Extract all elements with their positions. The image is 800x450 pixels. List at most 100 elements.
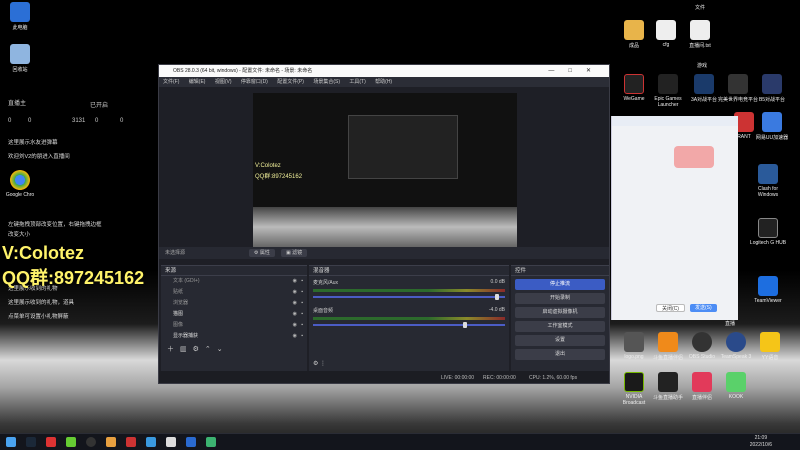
controls-panel[interactable]: 控件 停止推流 开始录制 启动虚拟摄像机 工作室模式 设置 退出 bbox=[511, 265, 609, 371]
lock-icon[interactable]: ▪ bbox=[301, 331, 303, 342]
obs-taskbar-icon[interactable] bbox=[86, 437, 96, 447]
start-recording-button[interactable]: 开始录制 bbox=[515, 293, 605, 304]
desktop-icon-yy[interactable]: YY语音 bbox=[750, 332, 790, 361]
obs-preview[interactable]: V:Colotez QQ群:897245162 bbox=[253, 93, 517, 247]
slider-knob[interactable] bbox=[462, 322, 467, 328]
menu-profile[interactable]: 配置文件(P) bbox=[277, 79, 304, 85]
qq-icon[interactable] bbox=[146, 437, 156, 447]
taskbar-clock[interactable]: 21:09 2022/10/6 bbox=[750, 435, 772, 449]
stop-streaming-button[interactable]: 停止推流 bbox=[515, 279, 605, 290]
source-item[interactable]: 猫图 ◉ ▪ bbox=[161, 309, 307, 320]
lock-icon[interactable]: ▪ bbox=[301, 320, 303, 331]
qq-header bbox=[612, 116, 738, 126]
desktop-icon-this-pc[interactable]: 此电脑 bbox=[0, 2, 40, 31]
mixer-channel-mic[interactable]: 麦克风/Aux 0.0 dB bbox=[309, 276, 509, 304]
settings-button[interactable]: 设置 bbox=[515, 335, 605, 346]
overlay-qq-text: QQ群:897245162 bbox=[2, 268, 145, 288]
eye-icon[interactable]: ◉ bbox=[293, 287, 297, 298]
obs-titlebar[interactable]: OBS 28.0.3 (64 bit, windows) - 配置文件: 未命名… bbox=[159, 65, 609, 77]
source-item[interactable]: 图像 ◉ ▪ bbox=[161, 320, 307, 331]
menu-file[interactable]: 文件(F) bbox=[163, 79, 179, 85]
app-icon[interactable] bbox=[206, 437, 216, 447]
mixer-settings-icon[interactable]: ⚙ ⋮ bbox=[313, 360, 326, 367]
desktop-icon-chrome[interactable]: Google Chro bbox=[0, 170, 40, 198]
eye-icon[interactable]: ◉ bbox=[293, 298, 297, 309]
trash-icon[interactable]: ▥ bbox=[180, 346, 193, 353]
lock-icon[interactable]: ▪ bbox=[301, 309, 303, 320]
chat-line: 这里展示收到的礼物，道具 bbox=[8, 300, 75, 306]
window-controls[interactable]: —□✕ bbox=[548, 65, 605, 77]
desktop-icon-uu[interactable]: 网易UU加速器 bbox=[752, 112, 792, 141]
windows-start-icon[interactable] bbox=[6, 437, 16, 447]
studio-mode-button[interactable]: 工作室模式 bbox=[515, 321, 605, 332]
app-icon[interactable] bbox=[66, 437, 76, 447]
eye-icon[interactable]: ◉ bbox=[293, 320, 297, 331]
exit-button[interactable]: 退出 bbox=[515, 349, 605, 360]
mixer-panel[interactable]: 混音器 麦克风/Aux 0.0 dB 桌面音频 -4.0 dB ⚙ ⋮ bbox=[309, 265, 509, 371]
obs-window[interactable]: OBS 28.0.3 (64 bit, windows) - 配置文件: 未命名… bbox=[158, 64, 610, 384]
properties-button[interactable]: ⚙ 属性 bbox=[249, 249, 275, 257]
menu-view[interactable]: 视图(V) bbox=[215, 79, 232, 85]
gear-icon[interactable]: ⚙ bbox=[193, 346, 205, 353]
qq-chat-window[interactable]: 关闭(C) 发送(S) bbox=[611, 116, 738, 320]
eye-icon[interactable]: ◉ bbox=[293, 309, 297, 320]
lock-icon[interactable]: ▪ bbox=[301, 276, 303, 287]
desktop-icon-b5[interactable]: B5对战平台 bbox=[752, 74, 792, 103]
add-icon[interactable]: ＋ bbox=[167, 346, 180, 353]
desktop-icon-clash[interactable]: Clash for Windows bbox=[748, 164, 788, 198]
virtual-camera-button[interactable]: 启动虚拟摄像机 bbox=[515, 307, 605, 318]
eye-icon[interactable]: ◉ bbox=[293, 276, 297, 287]
qq-send-button[interactable]: 发送(S) bbox=[690, 304, 717, 312]
logitech-icon bbox=[758, 218, 778, 238]
epic-icon bbox=[658, 74, 678, 94]
mixer-channel-desktop[interactable]: 桌面音频 -4.0 dB bbox=[309, 304, 509, 332]
ticker-fans: 0 bbox=[95, 118, 99, 124]
preview-background bbox=[253, 207, 517, 247]
slider-knob[interactable] bbox=[495, 294, 500, 300]
menu-help[interactable]: 帮助(H) bbox=[375, 79, 392, 85]
close-icon[interactable]: ✕ bbox=[586, 68, 605, 74]
nested-preview bbox=[348, 115, 458, 179]
desktop-icon-recycle[interactable]: 回收站 bbox=[0, 44, 40, 73]
source-item[interactable]: 浏览器 ◉ ▪ bbox=[161, 298, 307, 309]
down-icon[interactable]: ⌄ bbox=[217, 346, 229, 353]
source-item[interactable]: 显示器捕获 ◉ ▪ bbox=[161, 331, 307, 342]
app-icon[interactable] bbox=[126, 437, 136, 447]
desktop-icon-txt[interactable]: 直播间.txt bbox=[680, 20, 720, 49]
menu-scene-collection[interactable]: 场景集合(S) bbox=[313, 79, 340, 85]
lock-icon[interactable]: ▪ bbox=[301, 287, 303, 298]
chat-line: 左键拖拽顶部改变位置，右键拖拽边框 bbox=[8, 222, 102, 228]
desktop-icon-kook[interactable]: KOOK bbox=[716, 372, 756, 400]
desktop-icon-ghub[interactable]: Logitech G HUB bbox=[748, 218, 788, 246]
source-item[interactable]: 文本 (GDI+) ◉ ▪ bbox=[161, 276, 307, 287]
channel-name: 麦克风/Aux bbox=[313, 280, 339, 286]
level-meter bbox=[313, 317, 505, 320]
controls-title: 控件 bbox=[511, 266, 609, 276]
source-item[interactable]: 贴纸 ◉ ▪ bbox=[161, 287, 307, 298]
live-ticker-title: 直播主 bbox=[8, 101, 27, 107]
up-icon[interactable]: ⌃ bbox=[205, 346, 217, 353]
volume-slider[interactable] bbox=[313, 322, 505, 328]
sources-panel[interactable]: 来源 文本 (GDI+) ◉ ▪ 贴纸 ◉ ▪ 浏览器 ◉ ▪ 猫图 ◉ ▪ 图像 ◉ ▪ 显示器捕… bbox=[161, 265, 307, 371]
minimize-icon[interactable]: — bbox=[548, 68, 568, 74]
live-time: LIVE: 00:00:00 bbox=[441, 375, 475, 381]
volume-slider[interactable] bbox=[313, 294, 505, 300]
desktop-icon-teamviewer[interactable]: TeamViewer bbox=[748, 276, 788, 304]
qq-close-button[interactable]: 关闭(C) bbox=[656, 304, 685, 312]
steam-icon[interactable] bbox=[26, 437, 36, 447]
filters-button[interactable]: ▣ 滤镜 bbox=[281, 249, 308, 257]
app-icon[interactable] bbox=[186, 437, 196, 447]
maximize-icon[interactable]: □ bbox=[568, 68, 586, 74]
no-source-label: 未选择源 bbox=[165, 250, 186, 256]
app-icon[interactable] bbox=[106, 437, 116, 447]
app-icon[interactable] bbox=[46, 437, 56, 447]
eye-icon[interactable]: ◉ bbox=[293, 331, 297, 342]
obs-window-title: OBS 28.0.3 (64 bit, windows) - 配置文件: 未命名… bbox=[173, 68, 313, 74]
menu-docks[interactable]: 停靠窗口(D) bbox=[241, 79, 268, 85]
menu-edit[interactable]: 编辑(E) bbox=[189, 79, 206, 85]
app-icon[interactable] bbox=[166, 437, 176, 447]
menu-tools[interactable]: 工具(T) bbox=[349, 79, 365, 85]
wegame-icon bbox=[624, 74, 644, 94]
desktop-icon-epic[interactable]: Epic Games Launcher bbox=[648, 74, 688, 108]
lock-icon[interactable]: ▪ bbox=[301, 298, 303, 309]
